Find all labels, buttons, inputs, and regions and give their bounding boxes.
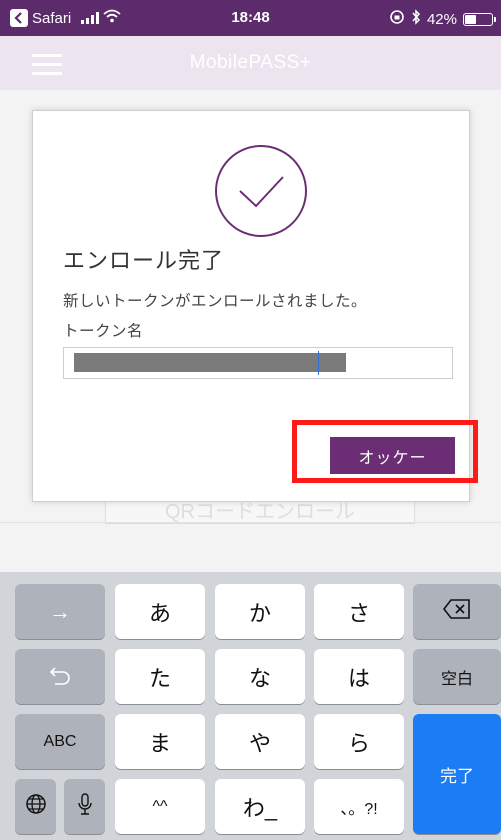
check-circle-icon bbox=[213, 143, 309, 244]
key-wa[interactable]: わ_ bbox=[215, 779, 305, 834]
microphone-icon bbox=[77, 792, 93, 822]
undo-key[interactable] bbox=[15, 649, 105, 704]
space-key[interactable]: 空白 bbox=[413, 649, 501, 704]
bluetooth-icon bbox=[411, 9, 421, 29]
globe-icon bbox=[25, 793, 47, 821]
token-name-label: トークン名 bbox=[63, 323, 144, 340]
nav-bar: MobilePASS+ bbox=[0, 36, 501, 90]
microphone-key[interactable] bbox=[64, 779, 105, 834]
divider bbox=[0, 522, 501, 523]
done-key[interactable]: 完了 bbox=[413, 714, 501, 834]
dialog-title: エンロール完了 bbox=[63, 248, 225, 273]
dialog-message: 新しいトークンがエンロールされました。 bbox=[63, 293, 368, 310]
key-arrow-right-label: → bbox=[49, 598, 71, 624]
key-arrow-right[interactable]: → bbox=[15, 584, 105, 639]
key-punctuation[interactable]: 、。?! bbox=[314, 779, 404, 834]
key-dakuten[interactable]: ^^ bbox=[115, 779, 205, 834]
undo-icon bbox=[47, 662, 73, 692]
japanese-keyboard: → あ か さ た な は 空白 ABC ま や ら 完了 ^^ わ_ 、。?! bbox=[0, 572, 501, 840]
key-ra[interactable]: ら bbox=[314, 714, 404, 769]
text-caret bbox=[318, 351, 319, 375]
app-title: MobilePASS+ bbox=[189, 52, 312, 73]
key-ta[interactable]: た bbox=[115, 649, 205, 704]
battery-icon bbox=[463, 12, 496, 26]
key-sa[interactable]: さ bbox=[314, 584, 404, 639]
globe-key[interactable] bbox=[15, 779, 56, 834]
orientation-lock-icon bbox=[389, 9, 405, 29]
key-ma[interactable]: ま bbox=[115, 714, 205, 769]
status-right: 42% bbox=[389, 9, 496, 29]
redacted-token-value bbox=[74, 353, 346, 372]
status-bar: Safari 18:48 42% bbox=[0, 0, 501, 36]
backspace-icon bbox=[442, 598, 472, 626]
backspace-key[interactable] bbox=[413, 584, 501, 639]
key-a[interactable]: あ bbox=[115, 584, 205, 639]
token-name-field[interactable] bbox=[63, 347, 453, 379]
battery-percent: 42% bbox=[426, 10, 457, 28]
key-ya[interactable]: や bbox=[215, 714, 305, 769]
key-na[interactable]: な bbox=[215, 649, 305, 704]
key-ka[interactable]: か bbox=[215, 584, 305, 639]
ok-button[interactable]: オッケー bbox=[330, 437, 455, 474]
key-ha[interactable]: は bbox=[314, 649, 404, 704]
abc-key[interactable]: ABC bbox=[15, 714, 105, 769]
